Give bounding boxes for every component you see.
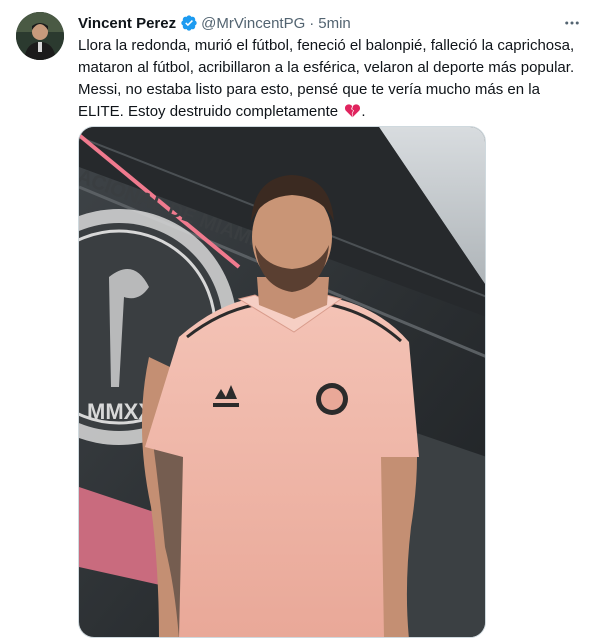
separator-dot: ·: [309, 14, 315, 32]
tweet-body: Llora la redonda, murió el fútbol, fenec…: [78, 37, 575, 120]
broken-heart-icon: [345, 104, 361, 118]
author-handle[interactable]: @MrVincentPG: [201, 15, 305, 32]
tweet-card[interactable]: Vincent Perez @MrVincentPG · 5min Llora …: [0, 0, 598, 644]
author-avatar[interactable]: [16, 12, 64, 60]
tweet-text: Llora la redonda, murió el fútbol, fenec…: [78, 35, 584, 123]
tweet-photo[interactable]: NACIONAL DE MIAMI MMXX: [78, 126, 486, 638]
more-options-icon[interactable]: [562, 14, 582, 32]
verified-badge-icon: [181, 15, 197, 31]
author-name[interactable]: Vincent Perez: [78, 15, 176, 32]
tweet-text-end: .: [361, 103, 366, 120]
tweet-timestamp[interactable]: 5min: [318, 15, 351, 32]
